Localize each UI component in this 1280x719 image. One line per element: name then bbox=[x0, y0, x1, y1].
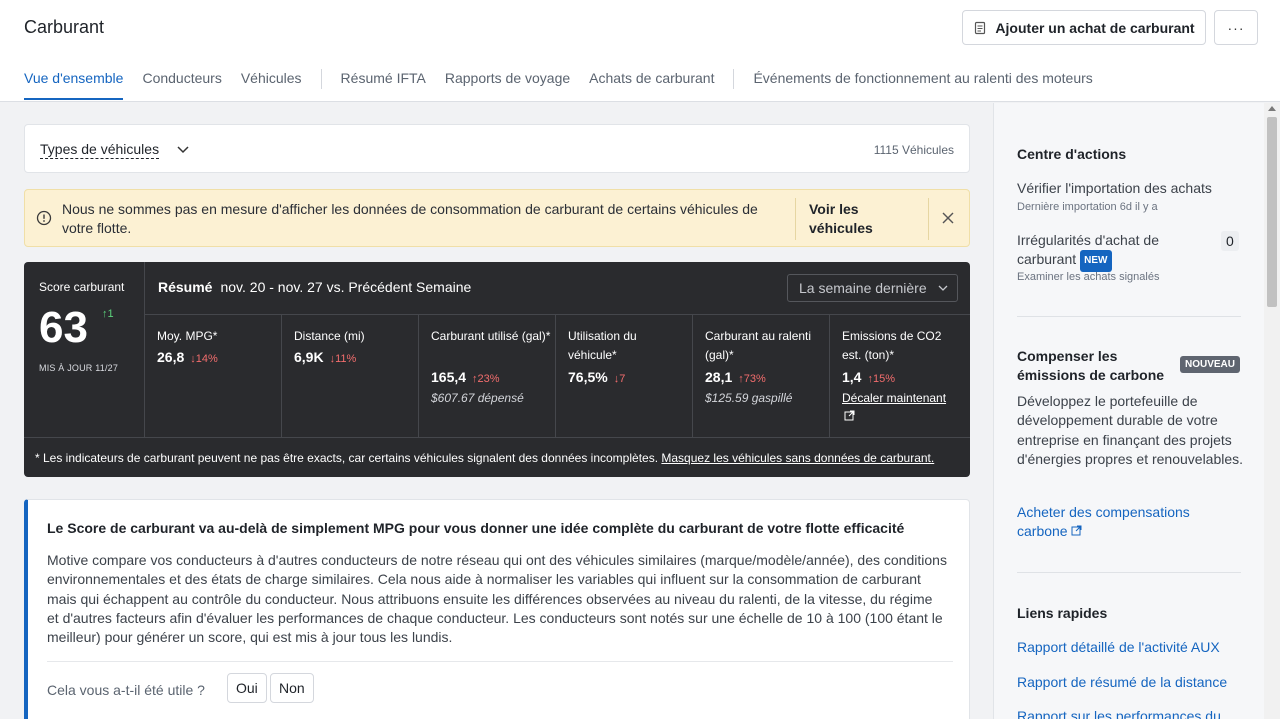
divider bbox=[47, 661, 953, 662]
feedback-question: Cela vous a-t-il été utile ? bbox=[47, 682, 205, 698]
hide-vehicles-link[interactable]: Masquez les véhicules sans données de ca… bbox=[661, 451, 934, 465]
tab-bar: Vue d'ensemble Conducteurs Véhicules Rés… bbox=[24, 63, 1112, 102]
vehicle-types-filter: Types de véhicules 1115 Véhicules bbox=[24, 124, 970, 173]
new-badge: NEW bbox=[1080, 250, 1112, 272]
more-options-button[interactable]: ··· bbox=[1214, 10, 1258, 45]
scrollbar-thumb[interactable] bbox=[1267, 117, 1277, 307]
document-icon bbox=[975, 21, 986, 34]
action-sidebar: Centre d'actions Vérifier l'importation … bbox=[993, 103, 1264, 719]
tab-overview[interactable]: Vue d'ensemble bbox=[24, 63, 124, 100]
banner-divider bbox=[928, 198, 929, 240]
irregularities-count: 0 bbox=[1221, 231, 1239, 251]
carbon-offset-body: Développez le portefeuille de développem… bbox=[1017, 393, 1244, 467]
add-fuel-purchase-label: Ajouter un achat de carburant bbox=[995, 19, 1195, 36]
tab-divider bbox=[320, 69, 322, 89]
metric-value: 1,4 ↑15% bbox=[842, 369, 895, 385]
fuel-score-value: 63 bbox=[39, 303, 88, 352]
carbon-offset-title: Compenser les émissions de carbone bbox=[1017, 348, 1165, 384]
tab-drivers[interactable]: Conducteurs bbox=[142, 63, 221, 100]
info-title: Le Score de carburant va au-delà de simp… bbox=[47, 520, 905, 536]
divider bbox=[1017, 572, 1241, 573]
tab-trip-reports[interactable]: Rapports de voyage bbox=[445, 63, 570, 100]
add-fuel-purchase-button[interactable]: Ajouter un achat de carburant bbox=[962, 10, 1206, 45]
tab-ifta-summary[interactable]: Résumé IFTA bbox=[341, 63, 426, 100]
irregularities-link[interactable]: Irrégularités d'achat de carburant NEW bbox=[1017, 231, 1207, 272]
vehicle-types-dropdown[interactable]: Types de véhicules bbox=[40, 141, 160, 159]
warning-banner: Nous ne sommes pas en mesure d'afficher … bbox=[24, 189, 970, 247]
info-body: Motive compare vos conducteurs à d'autre… bbox=[47, 552, 947, 646]
offset-now-link[interactable]: Décaler maintenant bbox=[842, 391, 946, 405]
divider bbox=[1017, 316, 1241, 317]
view-vehicles-link[interactable]: Voir les véhicules bbox=[809, 200, 909, 238]
metric-vehicle-utilization: Utilisation du véhicule* 76,5% ↓7 bbox=[556, 315, 693, 437]
summary-range: nov. 20 - nov. 27 vs. Précédent Semaine bbox=[220, 279, 472, 295]
close-icon[interactable] bbox=[941, 211, 955, 225]
period-select[interactable]: La semaine dernière bbox=[787, 274, 958, 302]
metric-co2-emissions: Emissions de CO2 est. (ton)* 1,4 ↑15% Déc… bbox=[830, 315, 967, 437]
summary-header: Résumé nov. 20 - nov. 27 vs. Précédent Se… bbox=[145, 262, 970, 315]
nouveau-badge: NOUVEAU bbox=[1180, 356, 1241, 373]
fuel-score-panel: Score carburant 63 ↑1 MIS À JOUR 11/27 R… bbox=[24, 262, 970, 477]
metric-label: Utilisation du véhicule* bbox=[568, 329, 637, 362]
verify-import-sub: Dernière importation 6d il y a bbox=[1017, 201, 1158, 213]
external-link-icon bbox=[1071, 525, 1082, 536]
chevron-down-icon[interactable] bbox=[175, 141, 191, 157]
summary-label: Résumé bbox=[158, 279, 213, 295]
metric-value: 6,9K ↓11% bbox=[294, 349, 357, 365]
fuel-score-info-card: Le Score de carburant va au-delà de simp… bbox=[24, 499, 970, 719]
tab-idling-events[interactable]: Événements de fonctionnement au ralenti … bbox=[753, 63, 1092, 100]
action-center-title: Centre d'actions bbox=[1017, 146, 1127, 162]
verify-import-link[interactable]: Vérifier l'importation des achats bbox=[1017, 179, 1212, 198]
irregularities-sub: Examiner les achats signalés bbox=[1017, 271, 1160, 283]
feedback-yes-button[interactable]: Oui bbox=[227, 673, 267, 703]
metric-label: Distance (mi) bbox=[294, 329, 365, 343]
feedback-no-button[interactable]: Non bbox=[270, 673, 314, 703]
vehicle-count: 1115 Véhicules bbox=[873, 143, 954, 157]
metric-value: 76,5% ↓7 bbox=[568, 369, 626, 385]
scrollbar[interactable] bbox=[1264, 103, 1280, 719]
metric-fuel-used: Carburant utilisé (gal)* 165,4 ↑23% $607.… bbox=[419, 315, 556, 437]
banner-message: Nous ne sommes pas en mesure d'afficher … bbox=[62, 201, 758, 236]
warning-icon bbox=[36, 210, 52, 226]
metric-label: Moy. MPG* bbox=[157, 329, 218, 343]
tab-divider bbox=[733, 69, 735, 89]
metric-sub: $125.59 gaspillé bbox=[705, 391, 793, 405]
page-title: Carburant bbox=[24, 17, 105, 37]
metric-idle-fuel: Carburant au ralenti (gal)* 28,1 ↑73% $12… bbox=[693, 315, 830, 437]
period-value: La semaine dernière bbox=[799, 280, 927, 296]
metric-avg-mpg: Moy. MPG* 26,8 ↓14% bbox=[145, 315, 282, 437]
quick-link-aux-activity[interactable]: Rapport détaillé de l'activité AUX bbox=[1017, 638, 1220, 657]
fuel-data-footnote: * Les indicateurs de carburant peuvent n… bbox=[24, 437, 970, 477]
summary-title: Résumé nov. 20 - nov. 27 vs. Précédent Se… bbox=[158, 279, 471, 295]
external-link-icon[interactable] bbox=[844, 410, 855, 421]
quick-link-performance-report[interactable]: Rapport sur les performances du bbox=[1017, 707, 1221, 719]
page-header: Carburant Ajouter un achat de carburant … bbox=[0, 0, 1280, 102]
fuel-score-delta: ↑1 bbox=[102, 308, 114, 320]
metric-value: 26,8 ↓14% bbox=[157, 349, 218, 365]
metric-label: Carburant utilisé (gal)* bbox=[431, 329, 551, 343]
fuel-score-label: Score carburant bbox=[39, 280, 125, 294]
fuel-score-updated: MIS À JOUR 11/27 bbox=[39, 363, 119, 373]
buy-carbon-offsets-link[interactable]: Acheter des compensations carbone bbox=[1017, 503, 1217, 542]
footnote-text: * Les indicateurs de carburant peuvent n… bbox=[35, 451, 659, 465]
tab-vehicles[interactable]: Véhicules bbox=[241, 63, 302, 100]
metric-label: Carburant au ralenti (gal)* bbox=[705, 329, 812, 362]
quick-links-title: Liens rapides bbox=[1017, 605, 1108, 621]
banner-divider bbox=[795, 198, 796, 240]
chevron-down-icon bbox=[938, 285, 948, 291]
fuel-score: Score carburant 63 ↑1 MIS À JOUR 11/27 bbox=[24, 262, 145, 437]
metric-sub: $607.67 dépensé bbox=[431, 391, 524, 405]
scroll-up-icon[interactable] bbox=[1268, 106, 1276, 111]
main-content: Types de véhicules 1115 Véhicules Nous n… bbox=[0, 103, 993, 719]
metric-label: Emissions de CO2 est. (ton)* bbox=[842, 329, 942, 362]
metric-distance: Distance (mi) 6,9K ↓11% bbox=[282, 315, 419, 437]
metric-value: 28,1 ↑73% bbox=[705, 369, 766, 385]
tab-fuel-purchases[interactable]: Achats de carburant bbox=[589, 63, 714, 100]
metric-value: 165,4 ↑23% bbox=[431, 369, 500, 385]
quick-link-distance-summary[interactable]: Rapport de résumé de la distance bbox=[1017, 673, 1227, 692]
